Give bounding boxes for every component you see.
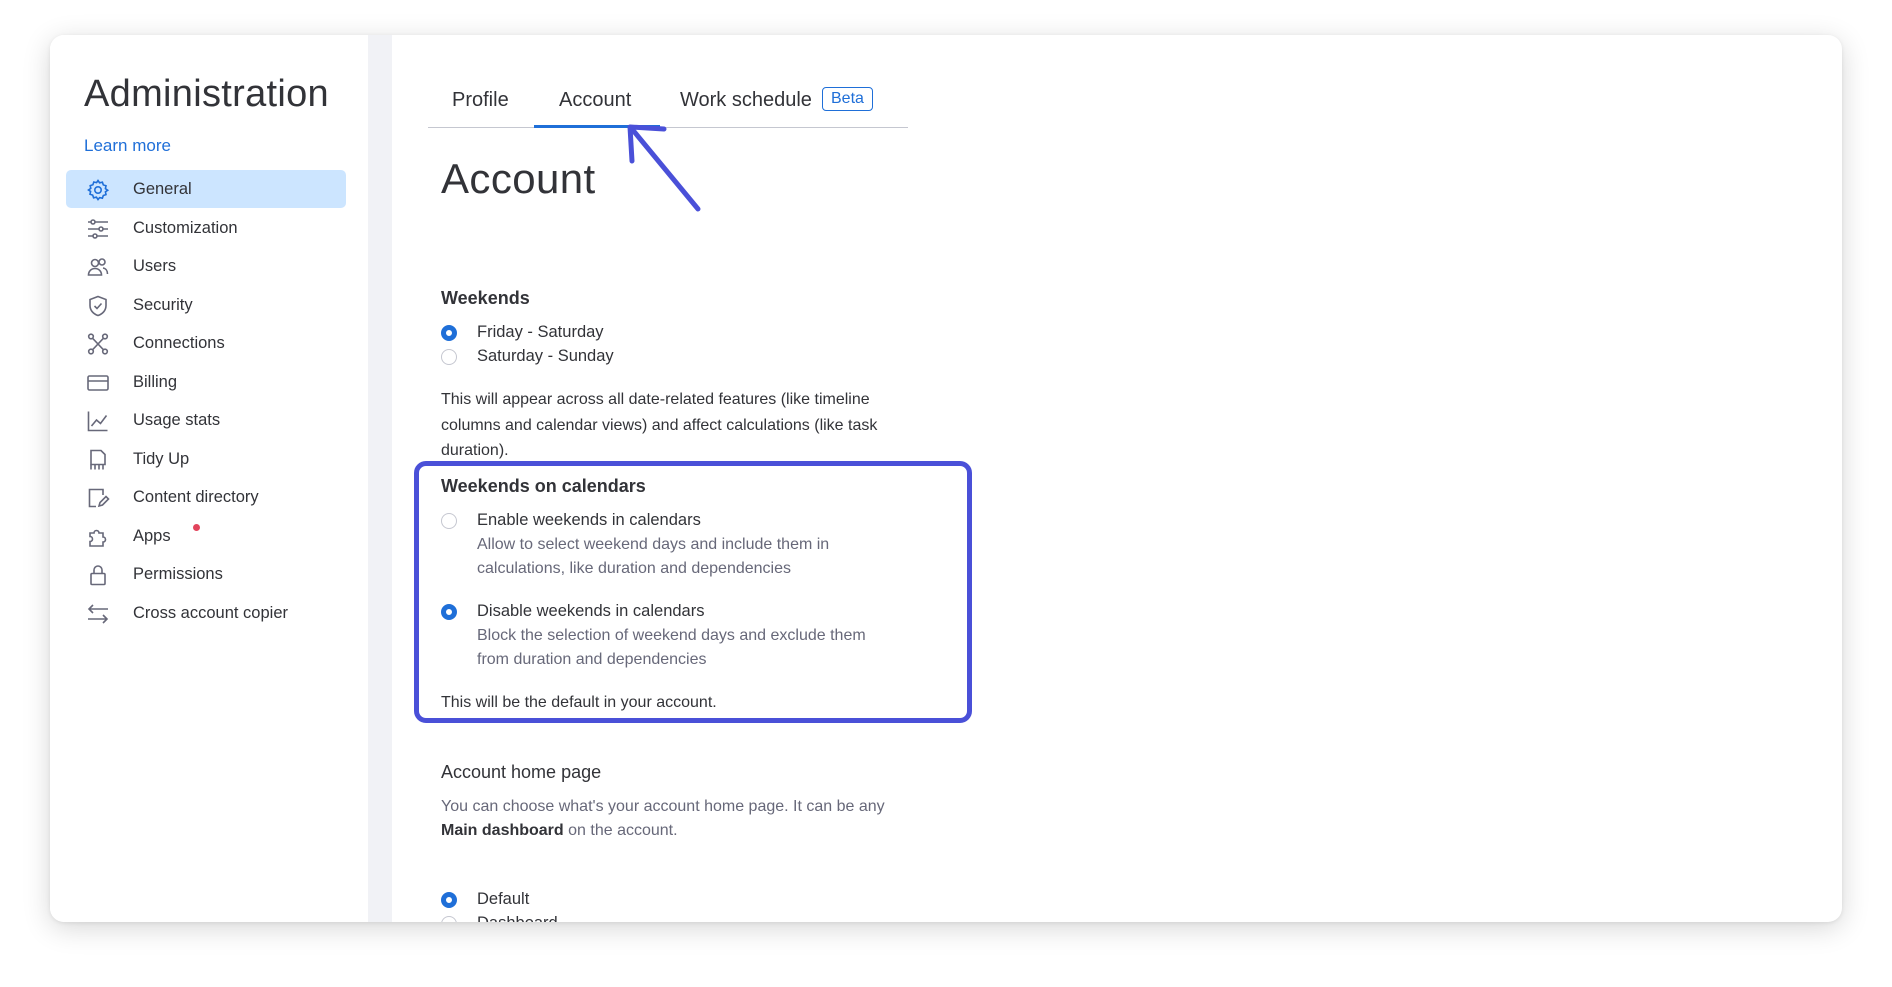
calendar-default-note: This will be the default in your account… bbox=[441, 694, 717, 711]
sidebar-nav: General Customization Users Security Con… bbox=[66, 170, 346, 632]
radio-button[interactable] bbox=[441, 348, 457, 365]
disable-weekends-description: Block the selection of weekend days and … bbox=[477, 624, 866, 672]
main-dashboard-bold: Main dashboard bbox=[441, 822, 564, 839]
desc-rest: on the account. bbox=[563, 822, 678, 839]
radio-enable-weekends[interactable]: Enable weekends in calendars bbox=[441, 511, 701, 530]
lock-icon bbox=[90, 565, 106, 586]
radio-button[interactable] bbox=[441, 603, 457, 620]
sidebar-item-label: General bbox=[133, 180, 192, 198]
account-home-page-description: You can choose what's your account home … bbox=[441, 795, 885, 843]
sidebar-item-label: Connections bbox=[133, 334, 225, 352]
desc-line: This will appear across all date-related… bbox=[441, 391, 870, 408]
sidebar-item-content-directory[interactable]: Content directory bbox=[66, 478, 346, 516]
radio-label: Enable weekends in calendars bbox=[477, 511, 701, 529]
sidebar-divider bbox=[368, 35, 392, 922]
sliders-icon bbox=[88, 218, 108, 239]
chart-icon bbox=[87, 411, 108, 432]
sub-line: Block the selection of weekend days and … bbox=[477, 627, 866, 644]
sidebar-item-general[interactable]: General bbox=[66, 170, 346, 208]
highlight-box bbox=[414, 461, 972, 723]
beta-badge: Beta bbox=[822, 87, 873, 111]
radio-button[interactable] bbox=[441, 324, 457, 341]
enable-weekends-description: Allow to select weekend days and include… bbox=[477, 533, 829, 581]
account-home-page-title: Account home page bbox=[441, 762, 602, 782]
sub-line: Allow to select weekend days and include… bbox=[477, 536, 830, 553]
sub-line: You can choose what's your account home … bbox=[441, 798, 885, 815]
desc-line: columns and calendar views) and affect c… bbox=[441, 416, 878, 434]
sidebar-item-tidy-up[interactable]: Tidy Up bbox=[66, 440, 346, 478]
sidebar-item-customization[interactable]: Customization bbox=[66, 209, 346, 247]
sidebar: Administration Learn more General Custom… bbox=[50, 35, 368, 922]
sidebar-item-apps[interactable]: Apps bbox=[66, 517, 346, 555]
radio-button[interactable] bbox=[441, 915, 457, 922]
notification-dot bbox=[193, 523, 200, 531]
tab-label: Profile bbox=[452, 89, 509, 111]
radio-friday-saturday[interactable]: Friday - Saturday bbox=[441, 323, 604, 342]
desc-line: duration). bbox=[441, 442, 509, 459]
radio-default[interactable]: Default bbox=[441, 890, 529, 909]
tab-label: Work schedule bbox=[680, 89, 812, 111]
sidebar-item-cross-account-copier[interactable]: Cross account copier bbox=[66, 594, 346, 632]
sidebar-item-label: Permissions bbox=[133, 565, 223, 583]
arrow-annotation bbox=[627, 124, 701, 212]
radio-button[interactable] bbox=[441, 512, 457, 529]
sidebar-item-label: Users bbox=[133, 257, 177, 275]
sub-line: Main dashboard on the account. bbox=[441, 819, 885, 843]
admin-window: Administration Learn more General Custom… bbox=[50, 35, 1842, 922]
sidebar-item-label: Content directory bbox=[133, 488, 259, 506]
tab-profile[interactable]: Profile bbox=[428, 81, 534, 127]
radio-label: Default bbox=[477, 890, 530, 908]
radio-button[interactable] bbox=[441, 891, 457, 908]
main-content: Profile Account Work schedule Beta Accou… bbox=[392, 35, 1842, 922]
tidy-up-icon bbox=[90, 449, 106, 469]
users-icon bbox=[87, 258, 109, 276]
learn-more-link[interactable]: Learn more bbox=[84, 136, 171, 156]
sidebar-item-users[interactable]: Users bbox=[66, 247, 346, 285]
sidebar-item-label: Security bbox=[133, 295, 193, 314]
radio-saturday-sunday[interactable]: Saturday - Sunday bbox=[441, 347, 614, 366]
gear-icon bbox=[87, 179, 110, 201]
weekends-title: Weekends bbox=[441, 288, 530, 308]
sidebar-title: Administration bbox=[84, 73, 329, 115]
sidebar-item-label: Usage stats bbox=[133, 411, 221, 429]
connections-icon bbox=[87, 333, 109, 355]
tab-label: Account bbox=[559, 89, 632, 111]
swap-arrows-icon bbox=[87, 603, 109, 624]
radio-label: Friday - Saturday bbox=[477, 323, 604, 341]
sidebar-item-usage-stats[interactable]: Usage stats bbox=[66, 401, 346, 439]
radio-label: Dashboard bbox=[477, 914, 558, 922]
sidebar-item-connections[interactable]: Connections bbox=[66, 324, 346, 362]
content-directory-icon bbox=[88, 488, 110, 508]
sidebar-item-security[interactable]: Security bbox=[66, 286, 346, 324]
radio-dashboard[interactable]: Dashboard bbox=[441, 914, 558, 922]
sidebar-item-label: Billing bbox=[133, 372, 178, 391]
shield-icon bbox=[89, 295, 107, 316]
weekends-description: This will appear across all date-related… bbox=[441, 387, 877, 464]
sub-line: from duration and dependencies bbox=[477, 651, 707, 668]
sidebar-item-label: Tidy Up bbox=[133, 449, 190, 468]
radio-disable-weekends[interactable]: Disable weekends in calendars bbox=[441, 602, 704, 621]
radio-label: Saturday - Sunday bbox=[477, 347, 614, 365]
sub-line: calculations, like duration and dependen… bbox=[477, 560, 791, 577]
sidebar-item-label: Apps bbox=[133, 526, 171, 545]
sidebar-item-label: Cross account copier bbox=[133, 603, 288, 622]
sidebar-item-billing[interactable]: Billing bbox=[66, 363, 346, 401]
radio-label: Disable weekends in calendars bbox=[477, 602, 705, 620]
page-title: Account bbox=[441, 155, 596, 202]
sidebar-item-permissions[interactable]: Permissions bbox=[66, 555, 346, 593]
sidebar-item-label: Customization bbox=[133, 218, 238, 237]
weekends-on-calendars-title: Weekends on calendars bbox=[441, 476, 646, 496]
credit-card-icon bbox=[87, 374, 109, 391]
puzzle-icon bbox=[89, 529, 107, 547]
